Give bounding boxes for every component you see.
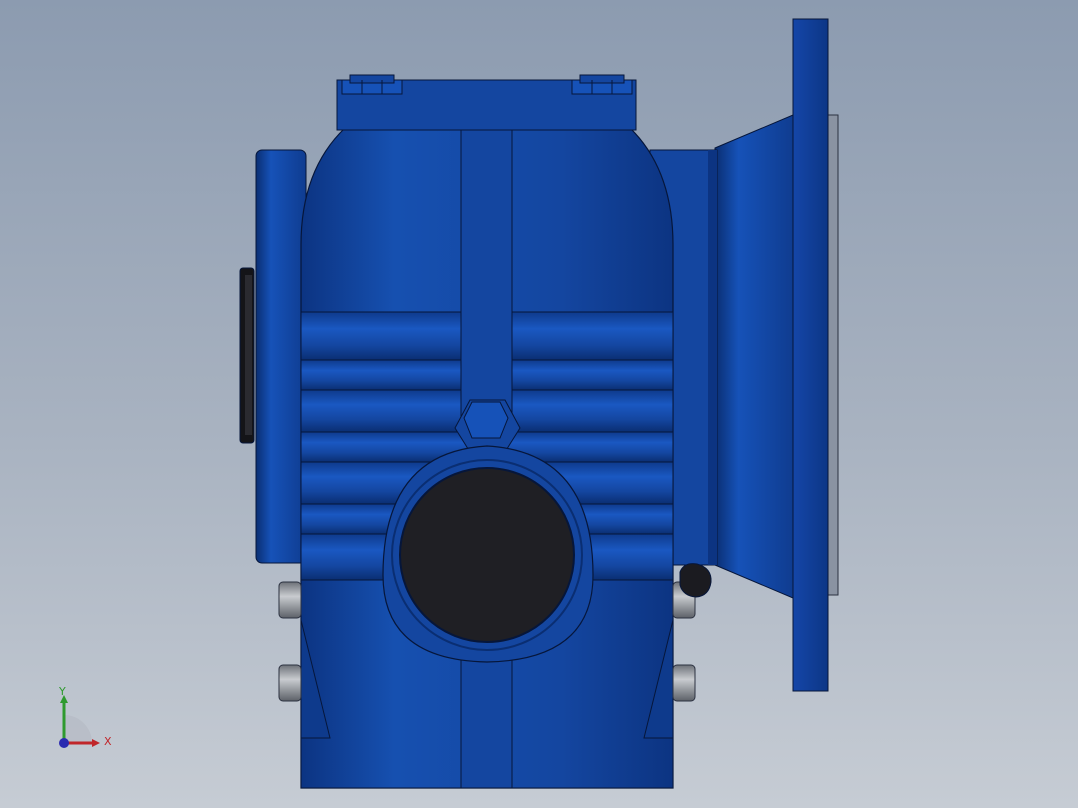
output-shaft-boss[interactable] (382, 445, 594, 663)
center-rib (460, 127, 513, 429)
output-shaft-bore[interactable] (399, 467, 575, 643)
bolt-left-lower[interactable] (278, 664, 302, 702)
left-side-cover[interactable] (239, 149, 307, 564)
cad-graphics-viewport[interactable]: Y X (0, 0, 1078, 808)
top-bolt-left[interactable] (341, 74, 403, 95)
top-bolt-right[interactable] (571, 74, 633, 95)
axis-triad: Y X (58, 685, 112, 748)
bolt-left-upper[interactable] (278, 581, 302, 619)
y-axis-label: Y (58, 685, 66, 698)
gearbox-model[interactable] (0, 0, 1078, 808)
x-axis-label: X (104, 735, 112, 748)
bolt-right-lower[interactable] (672, 664, 696, 702)
z-axis-icon (59, 738, 69, 748)
output-flange[interactable] (714, 18, 839, 692)
top-cover[interactable] (336, 74, 637, 131)
breather-fitting[interactable] (679, 563, 712, 598)
